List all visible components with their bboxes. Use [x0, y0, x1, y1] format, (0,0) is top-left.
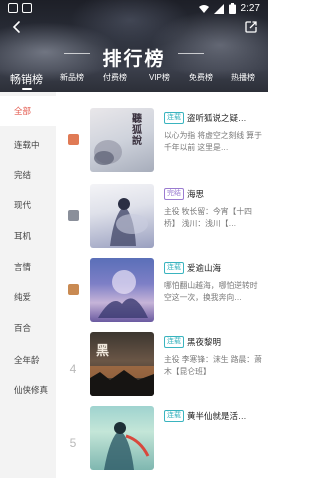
- book-cover[interactable]: 黑: [90, 332, 154, 396]
- status-badge: 连载: [164, 262, 184, 274]
- content-area: 全部 连载中 完结 现代 耳机 言情 纯爱 百合 全年龄 仙侠修真 聽狐說 连载…: [0, 92, 268, 478]
- book-row[interactable]: 完结 海思 主役 牧长留：今宵【十四桥】 浅川：浅川【…: [56, 184, 268, 256]
- sidebar-item-romance[interactable]: 言情: [0, 252, 56, 282]
- book-row[interactable]: 4 黑 连载 黑夜黎明 主役 李寒锋：沫生 路晨：萧木【昆仑班】: [56, 332, 268, 404]
- book-title-line: 连载 黑夜黎明: [164, 336, 264, 348]
- book-cover[interactable]: [90, 406, 154, 470]
- page-title-wrap: 排行榜: [0, 44, 268, 71]
- book-description: [164, 428, 264, 464]
- battery-icon: [228, 3, 236, 14]
- sidebar-item-all[interactable]: 全部: [0, 96, 56, 126]
- notification-icons: [8, 3, 32, 13]
- tab-bestseller[interactable]: 畅销榜: [10, 71, 43, 87]
- cover-illustration: [94, 140, 122, 165]
- book-cover[interactable]: [90, 258, 154, 322]
- book-description: 以心为指 将虚空之刻线 算于千年以前 这里是…: [164, 131, 262, 152]
- ranking-list: 聽狐說 连载 盗听狐说之疑… 以心为指 将虚空之刻线 算于千年以前 这里是… 完…: [56, 92, 268, 478]
- rank-tabs: 畅销榜 新品榜 付费榜 VIP榜 免费榜 热播榜: [0, 72, 268, 92]
- rank-badge: [66, 134, 80, 145]
- book-title-line: 连载 爱逾山海: [164, 262, 264, 274]
- page-title: 排行榜: [102, 49, 166, 70]
- book-info: 连载 爱逾山海 哪怕翻山越海，哪怕逆转时空这一次，换我奔向…: [164, 262, 264, 316]
- active-tab-indicator: [22, 88, 32, 90]
- book-info: 连载 盗听狐说之疑… 以心为指 将虚空之刻线 算于千年以前 这里是…: [164, 112, 264, 166]
- share-icon[interactable]: [244, 20, 258, 34]
- category-sidebar: 全部 连载中 完结 现代 耳机 言情 纯爱 百合 全年龄 仙侠修真: [0, 92, 56, 478]
- book-row[interactable]: 5 连载 黄半仙就是活…: [56, 406, 268, 478]
- rank-badge: 4: [66, 360, 80, 378]
- book-title-line: 连载 盗听狐说之疑…: [164, 112, 264, 124]
- rank-number: 5: [69, 436, 77, 450]
- status-badge: 完结: [164, 188, 184, 200]
- tab-hot[interactable]: 热播榜: [231, 72, 255, 83]
- sidebar-item-serializing[interactable]: 连载中: [0, 130, 56, 160]
- sidebar-item-modern[interactable]: 现代: [0, 190, 56, 220]
- sidebar-item-bl[interactable]: 纯爱: [0, 282, 56, 312]
- status-bar: 2:27: [0, 0, 268, 18]
- header: 2:27 排行榜 畅销榜 新品榜 付费榜 VIP榜 免费榜 热播榜: [0, 0, 268, 92]
- system-icons: 2:27: [198, 3, 260, 14]
- cover-title: 聽狐說: [132, 114, 142, 147]
- bronze-medal-icon: [67, 284, 79, 295]
- book-row[interactable]: 连载 爱逾山海 哪怕翻山越海，哪怕逆转时空这一次，换我奔向…: [56, 258, 268, 330]
- book-cover[interactable]: 聽狐說: [90, 108, 154, 172]
- book-description: 哪怕翻山越海，哪怕逆转时空这一次，换我奔向…: [164, 281, 258, 302]
- status-badge: 连载: [164, 112, 184, 124]
- book-title-line: 连载 黄半仙就是活…: [164, 410, 264, 422]
- sidebar-item-finished[interactable]: 完结: [0, 160, 56, 190]
- tab-free[interactable]: 免费榜: [189, 72, 213, 83]
- status-badge: 连载: [164, 336, 184, 348]
- status-badge: 连载: [164, 410, 184, 422]
- book-description: 主役 李寒锋：沫生 路晨：萧木【昆仑班】: [164, 355, 262, 376]
- silver-medal-icon: [67, 210, 79, 221]
- book-title-line: 完结 海思: [164, 188, 264, 200]
- book-row[interactable]: 聽狐說 连载 盗听狐说之疑… 以心为指 将虚空之刻线 算于千年以前 这里是…: [56, 108, 268, 180]
- tab-vip[interactable]: VIP榜: [149, 72, 170, 83]
- book-cover[interactable]: [90, 184, 154, 248]
- book-info: 连载 黑夜黎明 主役 李寒锋：沫生 路晨：萧木【昆仑班】: [164, 336, 264, 390]
- sidebar-item-xianxia[interactable]: 仙侠修真: [0, 375, 56, 405]
- book-title: 爱逾山海: [187, 263, 222, 273]
- sidebar-item-gl[interactable]: 百合: [0, 313, 56, 343]
- sidebar-item-all-ages[interactable]: 全年龄: [0, 345, 56, 375]
- cover-illustration: [98, 270, 148, 318]
- tab-new[interactable]: 新品榜: [60, 72, 84, 83]
- gold-medal-icon: [67, 134, 79, 145]
- rank-number: 4: [69, 362, 77, 376]
- tab-paid[interactable]: 付费榜: [103, 72, 127, 83]
- book-info: 连载 黄半仙就是活…: [164, 410, 264, 464]
- rank-badge: 5: [66, 434, 80, 452]
- rank-badge: [66, 210, 80, 221]
- sidebar-item-headphones[interactable]: 耳机: [0, 221, 56, 251]
- cover-illustration: [104, 422, 150, 470]
- wifi-icon: [198, 4, 209, 13]
- book-title: 海思: [187, 189, 205, 199]
- book-title: 黑夜黎明: [187, 337, 222, 347]
- notification-icon: [8, 3, 18, 13]
- book-title: 黄半仙就是活…: [187, 411, 247, 421]
- book-info: 完结 海思 主役 牧长留：今宵【十四桥】 浅川：浅川【…: [164, 188, 264, 242]
- book-title: 盗听狐说之疑…: [187, 113, 247, 123]
- clock: 2:27: [240, 3, 260, 14]
- signal-icon: [213, 3, 224, 14]
- rank-badge: [66, 284, 80, 295]
- cover-title: 黑: [96, 344, 110, 359]
- cover-illustration: [110, 198, 148, 246]
- book-description: 主役 牧长留：今宵【十四桥】 浅川：浅川【…: [164, 207, 252, 228]
- notification-icon: [22, 3, 32, 13]
- back-arrow-icon[interactable]: [10, 20, 24, 34]
